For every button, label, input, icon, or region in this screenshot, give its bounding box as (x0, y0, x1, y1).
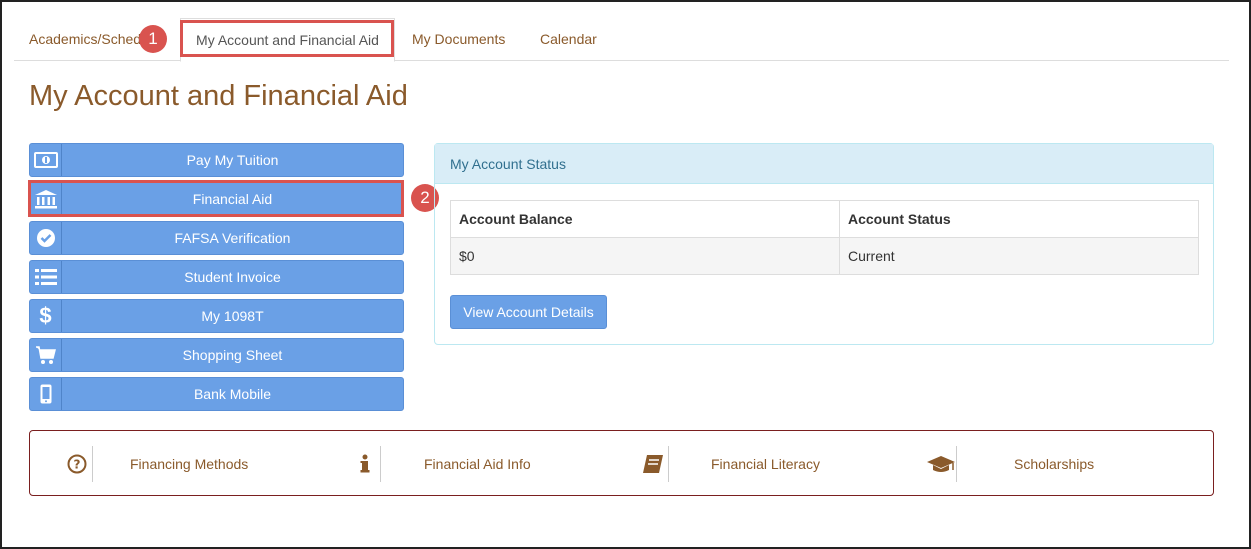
scholarships-link[interactable]: Scholarships (926, 446, 1196, 482)
link-separator (668, 446, 669, 482)
column-header-balance: Account Balance (450, 200, 840, 238)
shopping-sheet-label: Shopping Sheet (182, 347, 283, 363)
my-1098t-button[interactable]: $ My 1098T (29, 299, 404, 333)
mobile-icon (30, 378, 62, 410)
tab-calendar[interactable]: Calendar (540, 18, 610, 61)
table-row: $0 Current (450, 237, 1199, 275)
my-1098t-label: My 1098T (201, 308, 264, 324)
bank-mobile-label: Bank Mobile (193, 386, 272, 402)
highlight-box-tab (180, 20, 394, 57)
scholarships-label: Scholarships (1014, 456, 1095, 472)
money-icon (30, 144, 62, 176)
column-header-status: Account Status (839, 200, 1199, 238)
link-separator (380, 446, 381, 482)
link-separator (92, 446, 93, 482)
question-circle-icon: ? (66, 454, 88, 474)
panel-heading: My Account Status (435, 144, 1213, 184)
financial-aid-info-label: Financial Aid Info (424, 456, 531, 472)
financial-links-bar: ? Financing Methods Financial Aid Info F… (29, 430, 1214, 496)
financial-literacy-link[interactable]: Financial Literacy (640, 446, 910, 482)
pay-my-tuition-button[interactable]: Pay My Tuition (29, 143, 404, 177)
financing-methods-link[interactable]: ? Financing Methods (64, 446, 334, 482)
financial-literacy-label: Financial Literacy (711, 456, 820, 472)
fafsa-verification-button[interactable]: FAFSA Verification (29, 221, 404, 255)
link-separator (956, 446, 957, 482)
info-icon (354, 454, 376, 474)
pay-my-tuition-label: Pay My Tuition (186, 152, 279, 168)
financing-methods-label: Financing Methods (130, 456, 249, 472)
student-invoice-button[interactable]: Student Invoice (29, 260, 404, 294)
graduation-cap-icon (926, 454, 956, 474)
view-account-details-button[interactable]: View Account Details (450, 295, 607, 329)
page-title: My Account and Financial Aid (29, 80, 408, 112)
account-table: Account Balance Account Status $0 Curren… (450, 200, 1199, 275)
bank-mobile-button[interactable]: Bank Mobile (29, 377, 404, 411)
shopping-sheet-button[interactable]: Shopping Sheet (29, 338, 404, 372)
student-invoice-label: Student Invoice (184, 269, 281, 285)
callout-badge-1: 1 (139, 25, 167, 53)
fafsa-verification-label: FAFSA Verification (174, 230, 291, 246)
financial-aid-info-link[interactable]: Financial Aid Info (352, 446, 622, 482)
status-cell: Current (839, 237, 1199, 275)
check-circle-icon (30, 222, 62, 254)
account-status-panel: My Account Status Account Balance Accoun… (434, 143, 1214, 345)
cart-icon (30, 339, 62, 371)
list-icon (30, 261, 62, 293)
tab-academics[interactable]: Academics/Sched (29, 18, 147, 61)
book-icon (642, 454, 664, 474)
balance-cell: $0 (450, 237, 840, 275)
highlight-box-financial-aid (28, 180, 404, 217)
svg-text:?: ? (74, 458, 81, 472)
tab-my-documents[interactable]: My Documents (412, 18, 522, 61)
dollar-icon: $ (30, 300, 62, 332)
